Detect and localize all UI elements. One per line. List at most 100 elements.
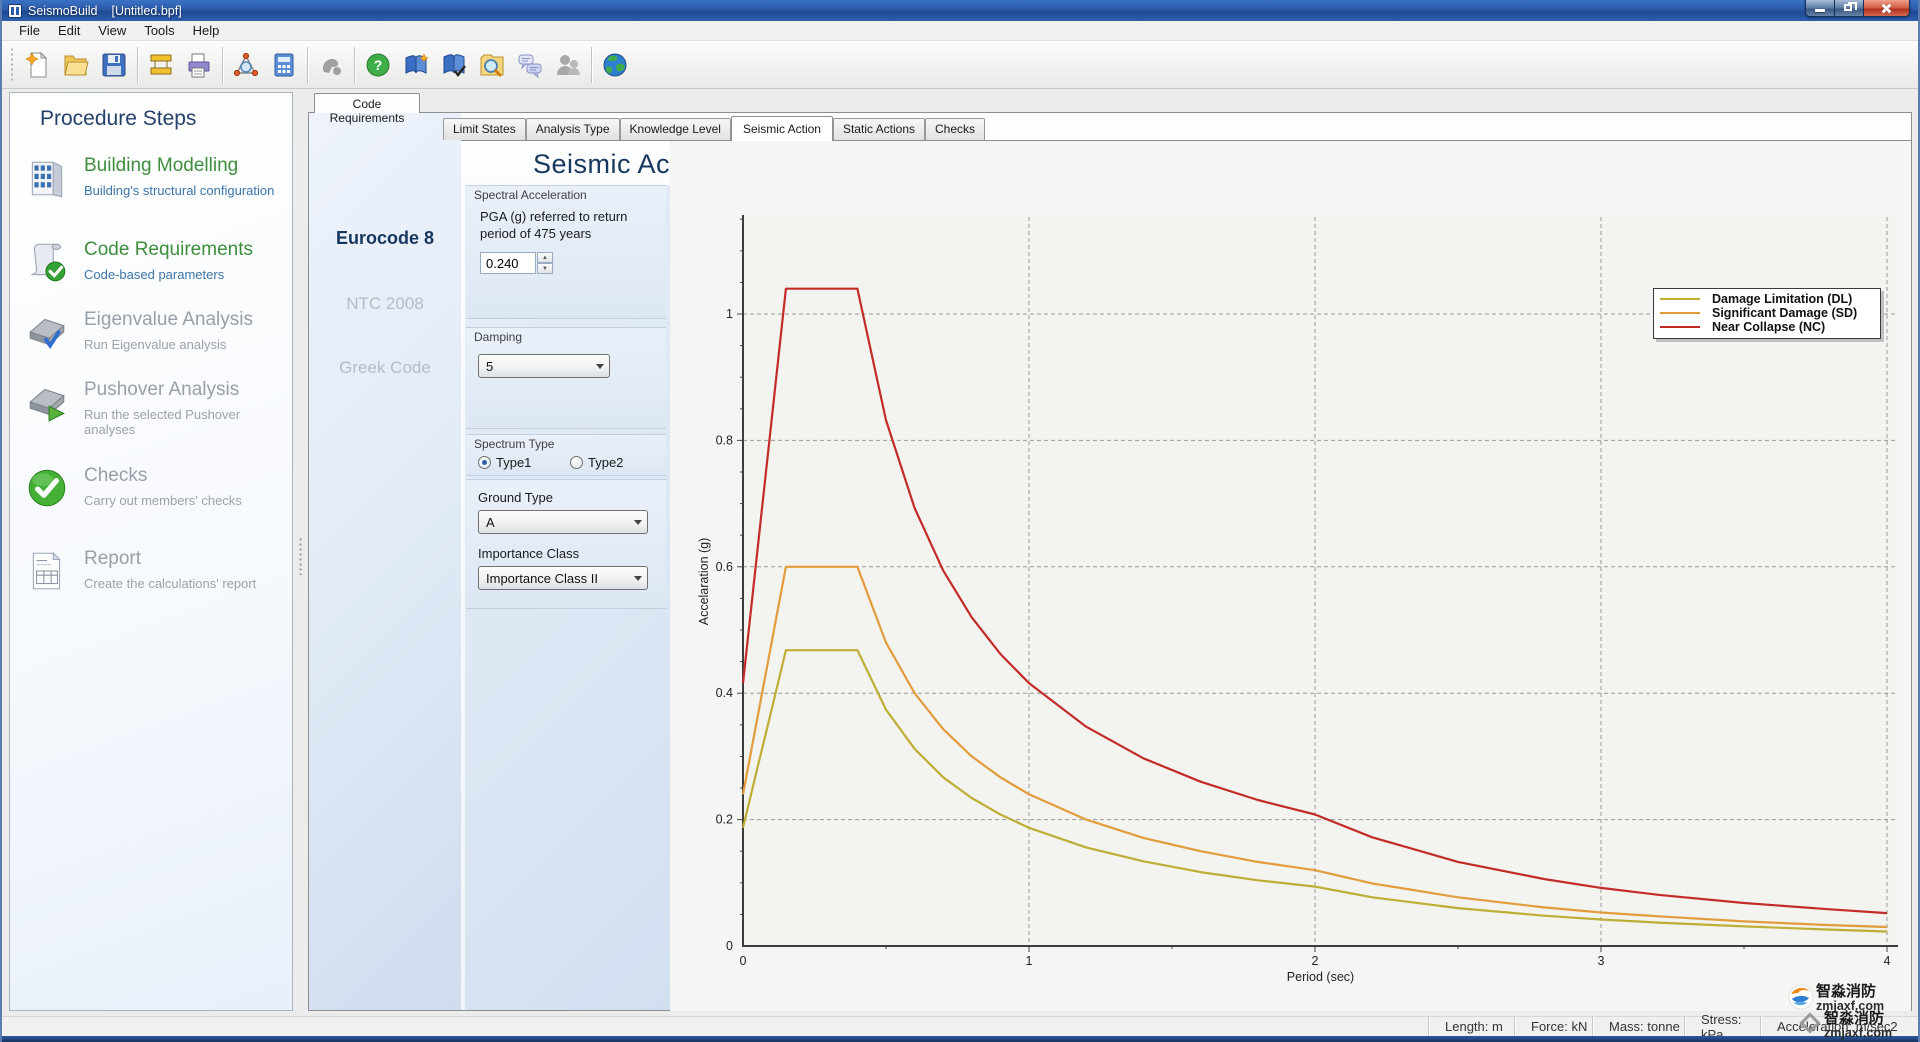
seismic-action-content: Seismic ActionSelect the pga and the spe… (461, 140, 1911, 1010)
tab-static-actions[interactable]: Static Actions (833, 118, 925, 140)
watermark-text-url: zmjaxf.com (1824, 1027, 1892, 1040)
spectrum-chart: 00.20.40.60.8101234Period (sec)Accelarat… (670, 141, 1911, 1011)
step-title: Building Modelling (84, 155, 274, 177)
spectral-acceleration-group: Spectral Acceleration PGA (g) referred t… (466, 185, 666, 319)
checks-book-icon[interactable] (435, 46, 473, 84)
step-checks: ChecksCarry out members' checks (22, 465, 282, 527)
step-title: Eigenvalue Analysis (84, 309, 253, 331)
step-subtitle: Code-based parameters (84, 267, 253, 282)
procedure-steps-panel: Procedure Steps Building ModellingBuildi… (9, 92, 293, 1011)
menu-tools[interactable]: Tools (135, 21, 183, 40)
forum-icon[interactable] (511, 46, 549, 84)
svg-text:0.6: 0.6 (716, 560, 733, 574)
pga-spin-down-icon[interactable]: ▼ (537, 263, 553, 274)
restore-icon (1844, 4, 1852, 11)
browse-examples-icon[interactable] (473, 46, 511, 84)
minimize-button[interactable] (1806, 0, 1835, 17)
radio-icon (478, 456, 491, 469)
watermark-text-cn: 智淼消防 (1816, 984, 1884, 1000)
svg-text:Accelaration (g): Accelaration (g) (697, 538, 711, 626)
eigenvalue-icon (24, 309, 70, 355)
step-title: Checks (84, 465, 242, 487)
radio-type2[interactable]: Type2 (570, 455, 623, 470)
svg-text:0.8: 0.8 (716, 433, 733, 447)
damping-select[interactable]: 5 (478, 354, 610, 378)
tab-limit-states[interactable]: Limit States (443, 118, 526, 140)
step-subtitle: Run the selected Pushover analyses (84, 407, 282, 437)
ground-type-group: Ground Type A Importance Class Importanc… (466, 479, 666, 609)
code-requirements-panel: Eurocode 8 NTC 2008 Greek Code Limit Sta… (308, 112, 1912, 1011)
main-area: Code Requirements Eurocode 8 NTC 2008 Gr… (308, 92, 1912, 1011)
website-icon[interactable] (596, 46, 634, 84)
print-report-icon[interactable] (180, 46, 218, 84)
radio-type1[interactable]: Type1 (478, 455, 531, 470)
close-icon (1880, 3, 1892, 14)
watermark-diamond-icon (1798, 1011, 1822, 1035)
damping-group: Damping 5 (466, 327, 666, 429)
code-eurocode8[interactable]: Eurocode 8 (309, 228, 461, 249)
calculator-icon[interactable] (265, 46, 303, 84)
legend-item: Near Collapse (NC) (1660, 320, 1874, 334)
step-building-modelling[interactable]: Building Modelling Building's structural … (22, 155, 282, 217)
building-icon (24, 155, 70, 201)
svg-text:3: 3 (1598, 954, 1605, 968)
window-bottom-edge (2, 1036, 1918, 1042)
step-pushover-analysis: Pushover Analysis Run the selected Pushov… (22, 379, 282, 441)
svg-text:?: ? (374, 57, 383, 73)
open-project-icon[interactable] (57, 46, 95, 84)
tab-knowledge-level[interactable]: Knowledge Level (620, 118, 731, 140)
run-disabled-icon (312, 46, 350, 84)
section-manager-icon[interactable] (142, 46, 180, 84)
step-title: Pushover Analysis (84, 379, 282, 401)
status-length: Length: m (1428, 1017, 1514, 1036)
step-subtitle: Building's structural configuration (84, 183, 274, 198)
panel-splitter[interactable] (295, 92, 306, 1011)
code-greek: Greek Code (309, 358, 461, 378)
toolbar-separator (307, 47, 308, 83)
step-eigenvalue-analysis: Eigenvalue Analysis Run Eigenvalue analys… (22, 309, 282, 371)
menu-file[interactable]: File (10, 21, 49, 40)
svg-text:4: 4 (1884, 954, 1891, 968)
step-code-requirements[interactable]: Code RequirementsCode-based parameters (22, 239, 282, 301)
svg-text:2: 2 (1312, 954, 1319, 968)
app-icon (8, 4, 22, 18)
support-disabled-icon (549, 46, 587, 84)
codes-nav: Eurocode 8 NTC 2008 Greek Code (309, 113, 461, 1010)
pga-spin-up-icon[interactable]: ▲ (537, 252, 553, 263)
toolbar: ? (2, 41, 1918, 89)
svg-text:Period (sec): Period (sec) (1287, 970, 1354, 984)
importance-class-select[interactable]: Importance Class II (478, 566, 648, 590)
splitter-grip-icon (299, 537, 302, 575)
menu-view[interactable]: View (89, 21, 135, 40)
ground-type-select[interactable]: A (478, 510, 648, 534)
tab-checks[interactable]: Checks (925, 118, 985, 140)
importance-class-label: Importance Class (478, 546, 579, 561)
report-document-icon (24, 548, 70, 594)
legend-item: Damage Limitation (DL) (1660, 292, 1874, 306)
close-button[interactable] (1864, 0, 1909, 17)
outer-tab-code-requirements[interactable]: Code Requirements (314, 93, 420, 113)
pga-input[interactable] (480, 252, 536, 274)
step-subtitle: Create the calculations' report (84, 576, 256, 591)
app-title: SeismoBuild (28, 4, 97, 18)
scroll-check-icon (24, 239, 70, 285)
tab-analysis-type[interactable]: Analysis Type (526, 118, 620, 140)
help-icon[interactable]: ? (359, 46, 397, 84)
model-viewer-icon[interactable] (227, 46, 265, 84)
group-label: Spectrum Type (474, 437, 554, 451)
save-icon[interactable] (95, 46, 133, 84)
chevron-down-icon (596, 364, 604, 373)
toolbar-separator (137, 47, 138, 83)
restore-button[interactable] (1835, 0, 1864, 17)
tutorial-book-icon[interactable] (397, 46, 435, 84)
seismobuild-window: SeismoBuild [Untitled.bpf] File Edit Vie… (0, 0, 1920, 1042)
tab-seismic-action[interactable]: Seismic Action (731, 116, 833, 141)
step-subtitle: Run Eigenvalue analysis (84, 337, 253, 352)
pga-label: PGA (g) referred to return period of 475… (480, 208, 648, 242)
toolbar-separator (354, 47, 355, 83)
new-project-icon[interactable] (19, 46, 57, 84)
menu-edit[interactable]: Edit (49, 21, 89, 40)
menu-help[interactable]: Help (184, 21, 229, 40)
code-ntc2008: NTC 2008 (309, 294, 461, 314)
svg-text:1: 1 (1026, 954, 1033, 968)
